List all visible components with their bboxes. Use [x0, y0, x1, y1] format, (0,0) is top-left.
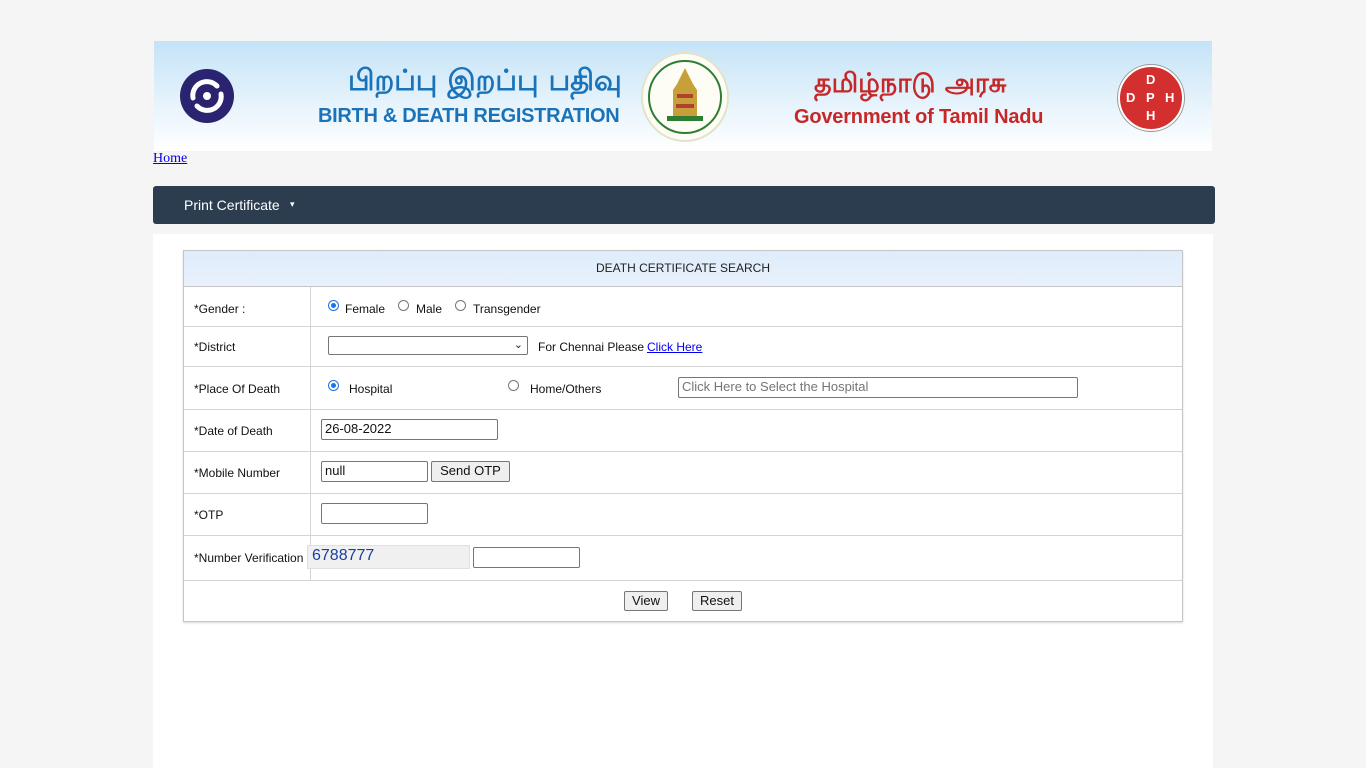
tamil-nadu-emblem-icon — [641, 52, 729, 142]
captcha-number: 6788777 — [307, 545, 470, 569]
english-government-title: Government of Tamil Nadu — [794, 106, 1044, 128]
column-divider — [310, 287, 311, 326]
tamil-title: பிறப்பு இறப்பு பதிவு — [348, 63, 622, 97]
view-button[interactable]: View — [624, 591, 668, 611]
gender-transgender-label: Transgender — [473, 302, 541, 316]
form-header: DEATH CERTIFICATE SEARCH — [184, 251, 1182, 287]
gender-row: *Gender : Female Male Transgender — [184, 287, 1182, 327]
english-title: BIRTH & DEATH REGISTRATION — [318, 105, 620, 127]
reset-button[interactable]: Reset — [692, 591, 742, 611]
gender-label: *Gender : — [194, 302, 246, 316]
chevron-down-icon: ⌄ — [513, 339, 523, 351]
death-certificate-search-form: DEATH CERTIFICATE SEARCH *Gender : Femal… — [183, 250, 1183, 622]
place-home-label: Home/Others — [530, 382, 602, 396]
mobile-row: *Mobile Number null Send OTP — [184, 451, 1182, 494]
place-hospital-radio[interactable] — [328, 380, 339, 391]
hospital-select-input[interactable]: Click Here to Select the Hospital — [678, 377, 1078, 398]
district-row: *District ⌄ For Chennai Please Click Her… — [184, 326, 1182, 367]
header-banner: பிறப்பு இறப்பு பதிவு BIRTH & DEATH REGIS… — [154, 41, 1212, 151]
gender-male-label: Male — [416, 302, 443, 316]
district-select[interactable]: ⌄ — [328, 336, 528, 355]
dph-logo: D D P H H — [1118, 65, 1184, 131]
place-home-radio[interactable] — [508, 380, 519, 391]
gender-male-radio[interactable] — [398, 300, 409, 311]
date-of-death-row: *Date of Death 26-08-2022 — [184, 409, 1182, 452]
tamil-government-title: தமிழ்நாடு அரசு — [814, 68, 1007, 99]
print-certificate-menu[interactable]: Print Certificate — [184, 197, 280, 213]
content-area: DEATH CERTIFICATE SEARCH *Gender : Femal… — [153, 234, 1213, 768]
chennai-text: For Chennai Please — [538, 340, 645, 354]
gender-transgender-radio[interactable] — [455, 300, 466, 311]
place-of-death-label: *Place Of Death — [194, 382, 281, 396]
column-divider — [310, 409, 311, 451]
form-title: DEATH CERTIFICATE SEARCH — [595, 261, 771, 275]
dph-letter: D — [1126, 90, 1136, 105]
gender-female-radio[interactable] — [328, 300, 339, 311]
send-otp-button[interactable]: Send OTP — [431, 461, 510, 482]
caret-down-icon: ▾ — [290, 199, 295, 209]
column-divider — [310, 451, 311, 493]
verification-input[interactable] — [473, 547, 580, 568]
column-divider — [310, 493, 311, 535]
navbar: Print Certificate ▾ — [153, 186, 1215, 224]
otp-row: *OTP — [184, 493, 1182, 536]
verification-label: *Number Verification — [194, 551, 304, 565]
verification-row: *Number Verification 6788777 — [184, 535, 1182, 581]
district-label: *District — [194, 340, 236, 354]
place-hospital-label: Hospital — [349, 382, 393, 396]
mobile-label: *Mobile Number — [194, 466, 281, 480]
date-of-death-label: *Date of Death — [194, 424, 273, 438]
otp-input[interactable] — [321, 503, 428, 524]
otp-label: *OTP — [194, 508, 224, 522]
dph-letter: H — [1146, 108, 1156, 123]
gender-female-label: Female — [345, 302, 386, 316]
chennai-click-here-link[interactable]: Click Here — [647, 340, 702, 354]
mobile-input[interactable]: null — [321, 461, 428, 482]
dph-letter: D — [1146, 72, 1156, 87]
column-divider — [310, 326, 311, 366]
dph-letter: P — [1146, 90, 1155, 105]
registration-logo-icon — [180, 69, 234, 123]
place-of-death-row: *Place Of Death Hospital Home/Others Cli… — [184, 366, 1182, 410]
dph-letter: H — [1165, 90, 1175, 105]
home-link[interactable]: Home — [153, 151, 187, 167]
date-of-death-input[interactable]: 26-08-2022 — [321, 419, 498, 440]
column-divider — [310, 366, 311, 409]
